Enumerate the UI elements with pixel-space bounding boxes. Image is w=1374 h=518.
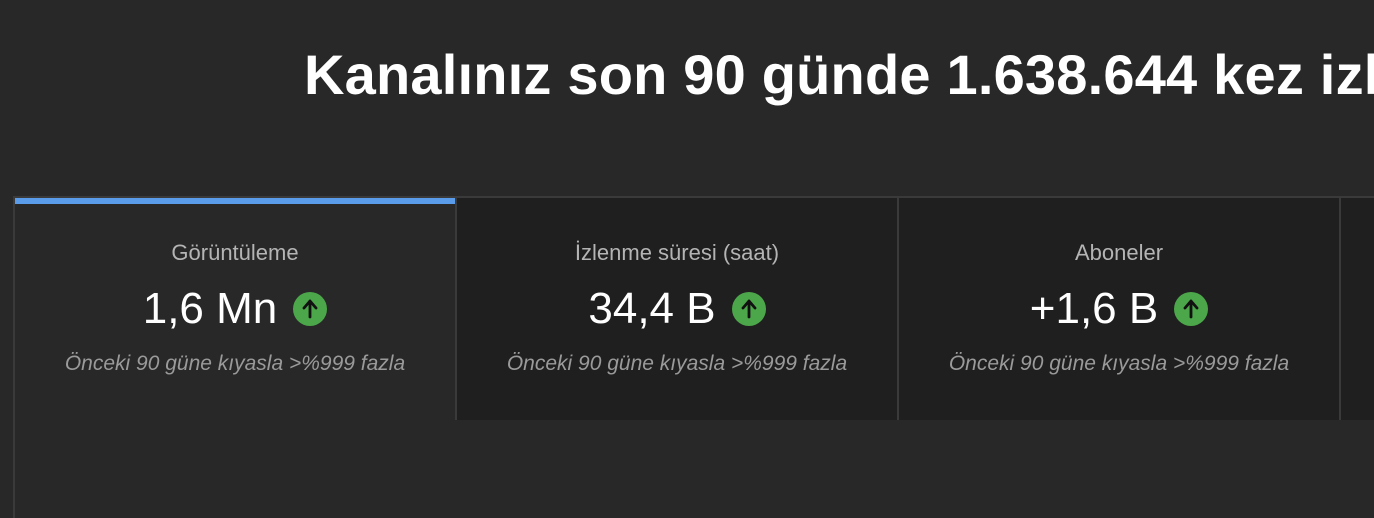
metric-value: 1,6 Mn	[142, 284, 278, 333]
arrow-up-icon	[731, 292, 766, 326]
metric-comparison: Önceki 90 güne kıyasla >%999 fazla	[948, 352, 1290, 375]
page-headline: Kanalınız son 90 günde 1.638.644 kez izl	[304, 43, 1374, 106]
analytics-overview: Kanalınız son 90 günde 1.638.644 kez izl…	[0, 0, 1374, 518]
tab-watch-time[interactable]: İzlenme süresi (saat) 34,4 B Önceki 90 g…	[457, 198, 899, 420]
metric-value: 34,4 B	[588, 284, 716, 333]
active-tab-indicator	[15, 198, 455, 204]
arrow-up-icon	[1174, 292, 1209, 326]
metric-value-row: 34,4 B	[457, 282, 897, 336]
metric-value: +1,6 B	[1029, 284, 1159, 333]
arrow-up-icon	[293, 292, 328, 326]
metric-value-row: +1,6 B	[899, 282, 1339, 336]
tab-views[interactable]: Görüntüleme 1,6 Mn Önceki 90 güne kıyasl…	[15, 198, 457, 420]
metric-tabs: Görüntüleme 1,6 Mn Önceki 90 güne kıyasl…	[15, 198, 1374, 420]
metric-value-row: 1,6 Mn	[15, 282, 455, 336]
tab-next-partial[interactable]	[1341, 198, 1374, 420]
tab-subscribers[interactable]: Aboneler +1,6 B Önceki 90 güne kıyasla >…	[899, 198, 1341, 420]
metric-comparison: Önceki 90 güne kıyasla >%999 fazla	[64, 352, 406, 375]
metrics-panel: Görüntüleme 1,6 Mn Önceki 90 güne kıyasl…	[13, 196, 1374, 518]
metric-comparison: Önceki 90 güne kıyasla >%999 fazla	[506, 352, 848, 375]
metric-label: Aboneler	[1074, 240, 1164, 265]
metric-label: Görüntüleme	[171, 240, 299, 265]
metric-label: İzlenme süresi (saat)	[574, 240, 780, 265]
